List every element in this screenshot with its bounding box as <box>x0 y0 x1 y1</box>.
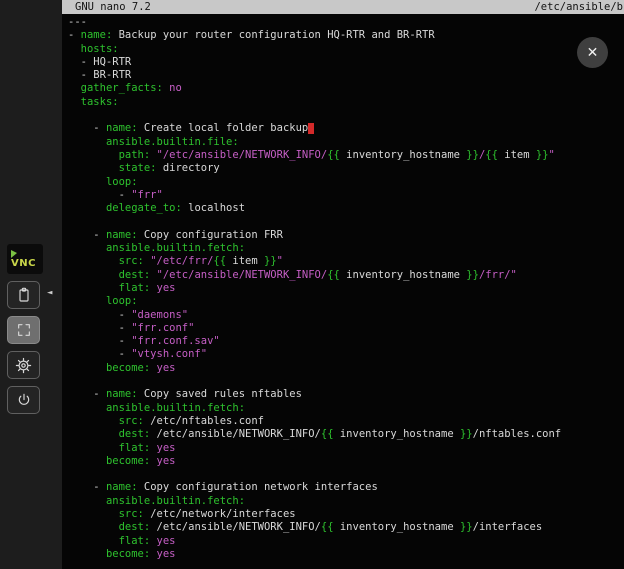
code-line: dest: /etc/ansible/NETWORK_INFO/{{ inven… <box>68 521 624 534</box>
code-line: ansible.builtin.file: <box>68 136 624 149</box>
code-line: - "daemons" <box>68 309 624 322</box>
code-line: src: /etc/network/interfaces <box>68 508 624 521</box>
code-line: ansible.builtin.fetch: <box>68 495 624 508</box>
terminal-window: GNU nano 7.2 /etc/ansible/b ---- name: B… <box>62 0 624 569</box>
code-line: loop: <box>68 176 624 189</box>
code-line: state: directory <box>68 162 624 175</box>
code-line: - name: Backup your router configuration… <box>68 29 624 42</box>
code-line: dest: /etc/ansible/NETWORK_INFO/{{ inven… <box>68 428 624 441</box>
code-line: become: yes <box>68 548 624 561</box>
code-line: - name: Copy configuration network inter… <box>68 481 624 494</box>
code-line: become: yes <box>68 362 624 375</box>
code-line: - "vtysh.conf" <box>68 348 624 361</box>
vnc-cursor-arrow-icon <box>11 250 17 258</box>
nano-filepath-label: /etc/ansible/b <box>534 0 623 14</box>
code-line: flat: yes <box>68 535 624 548</box>
code-line: - name: Create local folder backup <box>68 122 624 135</box>
code-line: ansible.builtin.fetch: <box>68 242 624 255</box>
code-line: flat: yes <box>68 282 624 295</box>
code-line: path: "/etc/ansible/NETWORK_INFO/{{ inve… <box>68 149 624 162</box>
settings-button[interactable] <box>7 351 40 379</box>
nano-version-label: GNU nano 7.2 <box>75 0 151 14</box>
code-line: - HQ-RTR <box>68 56 624 69</box>
vnc-session-screen: VNC <box>0 0 624 569</box>
code-line <box>68 215 624 228</box>
code-line: loop: <box>68 295 624 308</box>
code-line: gather_facts: no <box>68 82 624 95</box>
code-line: - "frr.conf" <box>68 322 624 335</box>
vnc-logo-label: VNC <box>11 259 43 269</box>
code-line: - "frr.conf.sav" <box>68 335 624 348</box>
code-line: --- <box>68 16 624 29</box>
settings-gear-icon <box>15 357 32 374</box>
code-line: - name: Copy saved rules nftables <box>68 388 624 401</box>
editor-content[interactable]: ---- name: Backup your router configurat… <box>62 14 624 567</box>
code-line: become: yes <box>68 455 624 468</box>
code-line: - "frr" <box>68 189 624 202</box>
vnc-sidebar: VNC <box>0 0 62 569</box>
code-line: dest: "/etc/ansible/NETWORK_INFO/{{ inve… <box>68 269 624 282</box>
code-line: - name: Copy configuration FRR <box>68 229 624 242</box>
code-line: - BR-RTR <box>68 69 624 82</box>
clipboard-button[interactable] <box>7 281 40 309</box>
code-line: ansible.builtin.fetch: <box>68 402 624 415</box>
code-line: src: "/etc/frr/{{ item }}" <box>68 255 624 268</box>
vnc-logo: VNC <box>7 244 43 274</box>
code-line <box>68 109 624 122</box>
close-button[interactable]: ✕ <box>577 37 608 68</box>
collapse-handle-icon[interactable]: ◄ <box>47 289 52 298</box>
fullscreen-icon <box>16 322 32 338</box>
code-line: flat: yes <box>68 442 624 455</box>
code-line: hosts: <box>68 43 624 56</box>
code-line: delegate_to: localhost <box>68 202 624 215</box>
power-button[interactable] <box>7 386 40 414</box>
close-icon: ✕ <box>587 45 599 61</box>
code-line <box>68 375 624 388</box>
power-icon <box>16 392 32 408</box>
nano-titlebar: GNU nano 7.2 /etc/ansible/b <box>62 0 624 14</box>
code-line: src: /etc/nftables.conf <box>68 415 624 428</box>
fullscreen-button[interactable] <box>7 316 40 344</box>
vnc-control-bar: VNC <box>7 244 51 414</box>
code-line: tasks: <box>68 96 624 109</box>
code-line <box>68 468 624 481</box>
text-cursor <box>308 123 314 134</box>
clipboard-icon <box>16 287 32 303</box>
